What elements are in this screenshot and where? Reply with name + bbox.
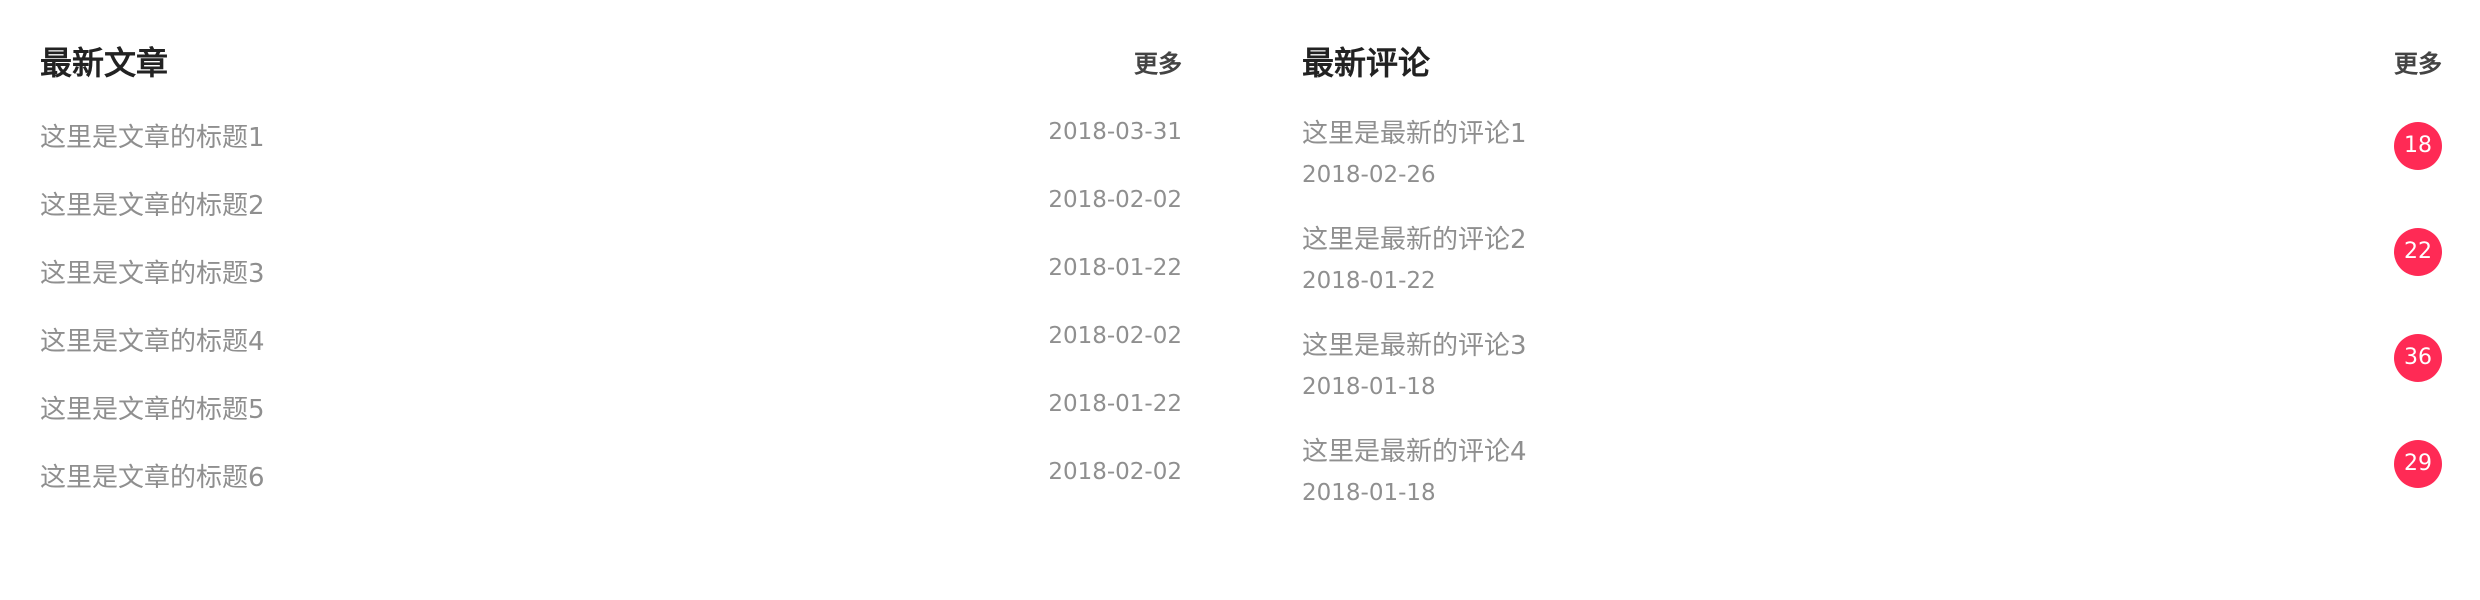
comment-date: 2018-02-26 (1302, 162, 1436, 188)
comment-item[interactable]: 这里是最新的评论3 2018-01-18 36 (1302, 324, 2442, 430)
article-title[interactable]: 这里是文章的标题5 (40, 392, 265, 428)
comment-date: 2018-01-18 (1302, 480, 1436, 506)
article-title[interactable]: 这里是文章的标题2 (40, 188, 265, 224)
article-date: 2018-02-02 (1048, 323, 1182, 349)
article-date: 2018-03-31 (1048, 119, 1182, 145)
comment-text[interactable]: 这里是最新的评论3 (1302, 328, 1527, 364)
comment-text[interactable]: 这里是最新的评论1 (1302, 116, 1527, 152)
comment-count-badge: 18 (2394, 122, 2442, 170)
articles-more-link[interactable]: 更多 (1134, 46, 1182, 82)
article-item[interactable]: 这里是文章的标题1 2018-03-31 (40, 112, 1182, 180)
comment-text[interactable]: 这里是最新的评论2 (1302, 222, 1527, 258)
article-title[interactable]: 这里是文章的标题4 (40, 324, 265, 360)
comment-list: 这里是最新的评论1 2018-02-26 18 这里是最新的评论2 2018-0… (1302, 112, 2442, 536)
comment-text[interactable]: 这里是最新的评论4 (1302, 434, 1527, 470)
latest-comments-header: 最新评论 更多 (1302, 40, 2442, 86)
article-date: 2018-02-02 (1048, 187, 1182, 213)
article-title[interactable]: 这里是文章的标题1 (40, 120, 265, 156)
article-list: 这里是文章的标题1 2018-03-31 这里是文章的标题2 2018-02-0… (40, 112, 1182, 520)
article-item[interactable]: 这里是文章的标题6 2018-02-02 (40, 452, 1182, 520)
article-item[interactable]: 这里是文章的标题5 2018-01-22 (40, 384, 1182, 452)
article-item[interactable]: 这里是文章的标题2 2018-02-02 (40, 180, 1182, 248)
article-date: 2018-01-22 (1048, 391, 1182, 417)
comment-item[interactable]: 这里是最新的评论2 2018-01-22 22 (1302, 218, 2442, 324)
comment-date: 2018-01-18 (1302, 374, 1436, 400)
article-item[interactable]: 这里是文章的标题4 2018-02-02 (40, 316, 1182, 384)
latest-articles-header: 最新文章 更多 (40, 40, 1182, 86)
article-title[interactable]: 这里是文章的标题6 (40, 460, 265, 496)
comment-count-badge: 36 (2394, 334, 2442, 382)
comments-more-link[interactable]: 更多 (2394, 46, 2442, 82)
comment-item[interactable]: 这里是最新的评论1 2018-02-26 18 (1302, 112, 2442, 218)
article-date: 2018-01-22 (1048, 255, 1182, 281)
comment-count-badge: 29 (2394, 440, 2442, 488)
article-title[interactable]: 这里是文章的标题3 (40, 256, 265, 292)
article-item[interactable]: 这里是文章的标题3 2018-01-22 (40, 248, 1182, 316)
latest-articles-title: 最新文章 (40, 44, 169, 82)
latest-comments-title: 最新评论 (1302, 44, 1431, 82)
comment-date: 2018-01-22 (1302, 268, 1436, 294)
comment-count-badge: 22 (2394, 228, 2442, 276)
article-date: 2018-02-02 (1048, 459, 1182, 485)
comment-item[interactable]: 这里是最新的评论4 2018-01-18 29 (1302, 430, 2442, 536)
